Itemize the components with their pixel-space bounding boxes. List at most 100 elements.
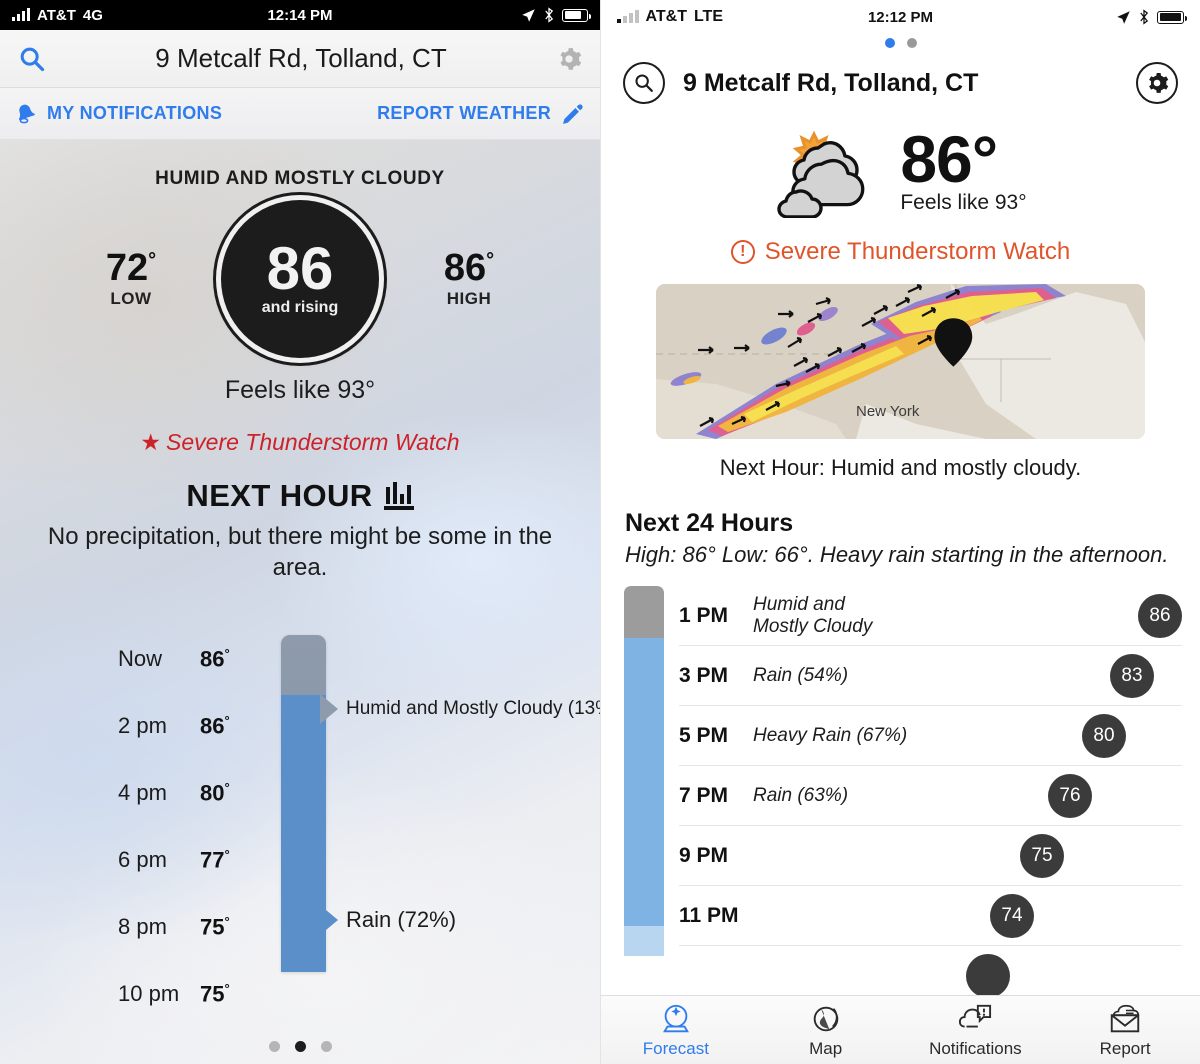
callout-arrow-icon xyxy=(320,905,338,935)
callout-arrow-icon xyxy=(320,694,338,724)
page-dot-active[interactable] xyxy=(294,1041,306,1052)
radar-map-canvas: New York xyxy=(656,284,1145,439)
condition-label: Rain (54%) xyxy=(753,664,849,686)
condition-label: Humid and Mostly Cloudy xyxy=(753,593,873,637)
my-notifications-button[interactable]: MY NOTIFICATIONS xyxy=(14,102,222,126)
hourly-row[interactable]: 6 pm 77° xyxy=(118,826,268,893)
table-row[interactable]: 7 PM Rain (63%) 76 xyxy=(679,766,1182,826)
hour-temp: 80 xyxy=(200,780,225,806)
hour-label: 9 PM xyxy=(679,843,729,867)
callout-label: Rain (72%) xyxy=(346,907,457,932)
location-title[interactable]: 9 Metcalf Rd, Tolland, CT xyxy=(683,69,1118,98)
hour-label: 4 pm xyxy=(118,779,167,805)
hour-label: 5 PM xyxy=(679,723,729,747)
tab-notifications[interactable]: Notifications xyxy=(901,996,1051,1064)
bottom-tab-bar: Forecast Map Notifications Report xyxy=(601,995,1200,1064)
alert-text: Severe Thunderstorm Watch xyxy=(166,429,460,455)
temperature-summary-row: 72° LOW 86 and rising 86° HIGH xyxy=(0,200,600,358)
page-dot[interactable] xyxy=(906,38,917,48)
table-row[interactable]: 5 PM Heavy Rain (67%) 80 xyxy=(679,706,1182,766)
hourly-row[interactable]: 8 pm 75° xyxy=(118,893,268,960)
status-badge: 86 xyxy=(1138,593,1182,638)
clock-label: 12:14 PM xyxy=(267,6,333,24)
hour-temp: 77 xyxy=(200,847,225,873)
next-24-hours-section: Next 24 Hours High: 86° Low: 66°. Heavy … xyxy=(625,509,1200,568)
radar-map[interactable]: New York xyxy=(656,284,1145,439)
precip-segment-light-rain xyxy=(624,926,664,956)
left-page-dots[interactable] xyxy=(0,1041,600,1052)
globe-icon xyxy=(813,1006,838,1031)
hour-label: 7 PM xyxy=(679,783,729,807)
forecast-rows: 1 PM Humid and Mostly Cloudy 86 3 PM Rai… xyxy=(679,586,1182,1006)
page-dot[interactable] xyxy=(268,1041,280,1052)
table-row[interactable]: 9 PM 75 xyxy=(679,826,1182,886)
hourly-row[interactable]: Now 86° xyxy=(118,625,268,692)
next-hour-heading: NEXT HOUR xyxy=(186,478,373,513)
precip-callout-rain: Rain (72%) xyxy=(320,905,456,935)
search-icon[interactable] xyxy=(18,45,46,73)
table-row[interactable]: 1 PM Humid and Mostly Cloudy 86 xyxy=(679,586,1182,646)
dual-screenshot: AT&T 4G 12:14 PM 9 Metcalf Rd, Tolland, … xyxy=(0,0,1200,1064)
next-24-summary: High: 86° Low: 66°. Heavy rain starting … xyxy=(625,542,1169,567)
low-value: 72 xyxy=(105,247,149,289)
hour-label: 11 PM xyxy=(679,903,739,927)
exclamation-circle-icon: ! xyxy=(730,240,755,264)
tab-label: Map xyxy=(809,1038,843,1058)
tab-forecast[interactable]: Forecast xyxy=(601,996,751,1064)
precipitation-bar xyxy=(624,586,664,956)
right-status-right xyxy=(1116,9,1187,25)
condition-label: Rain (63%) xyxy=(753,784,849,806)
severe-weather-alert[interactable]: ! Severe Thunderstorm Watch xyxy=(601,238,1200,266)
bluetooth-icon xyxy=(545,7,554,23)
hour-temp: 75 xyxy=(200,914,225,940)
next-hour-body: No precipitation, but there might be som… xyxy=(47,523,553,581)
hourly-row[interactable]: 2 pm 86° xyxy=(118,692,268,759)
bar-chart-icon[interactable] xyxy=(383,482,414,510)
left-phone-screen: AT&T 4G 12:14 PM 9 Metcalf Rd, Tolland, … xyxy=(0,0,600,1064)
right-nav-bar: 9 Metcalf Rd, Tolland, CT xyxy=(601,48,1200,104)
hour-label: Now xyxy=(118,645,163,671)
callout-label: Humid and Mostly Cloudy (13%) xyxy=(346,698,600,719)
alert-text: Severe Thunderstorm Watch xyxy=(764,238,1071,265)
left-status-bar: AT&T 4G 12:14 PM xyxy=(0,0,600,30)
tab-map[interactable]: Map xyxy=(751,996,901,1064)
location-title[interactable]: 9 Metcalf Rd, Tolland, CT xyxy=(46,43,556,74)
clock-label: 12:12 PM xyxy=(867,8,934,26)
report-weather-button[interactable]: REPORT WEATHER xyxy=(377,101,586,127)
search-icon[interactable] xyxy=(623,62,665,104)
page-dot-active[interactable] xyxy=(884,38,895,48)
crystal-ball-icon xyxy=(662,1004,689,1032)
table-row[interactable]: 11 PM 74 xyxy=(679,886,1182,946)
dial-temperature: 86 xyxy=(266,235,334,303)
right-page-dots[interactable] xyxy=(601,38,1200,48)
table-row[interactable]: 3 PM Rain (54%) 83 xyxy=(679,646,1182,706)
high-temperature: 86° HIGH xyxy=(425,249,513,309)
tab-label: Forecast xyxy=(642,1038,709,1058)
hourly-row[interactable]: 10 pm 75° xyxy=(118,960,268,1027)
status-badge: 83 xyxy=(1110,653,1154,698)
page-dot[interactable] xyxy=(320,1041,332,1052)
hourly-row[interactable]: 4 pm 80° xyxy=(118,759,268,826)
envelope-icon xyxy=(1110,1004,1140,1032)
gear-icon[interactable] xyxy=(556,46,582,72)
left-hourly-forecast: Now 86° 2 pm 86° 4 pm 80° 6 pm 77° 8 pm … xyxy=(0,625,600,1006)
hour-label: 6 pm xyxy=(118,846,167,872)
tab-report[interactable]: Report xyxy=(1050,996,1200,1064)
current-condition-title: HUMID AND MOSTLY CLOUDY xyxy=(155,168,445,189)
gear-icon[interactable] xyxy=(1136,62,1178,104)
location-arrow-icon xyxy=(522,8,535,22)
status-badge xyxy=(966,954,1010,998)
hour-temp: 86 xyxy=(200,646,225,672)
status-badge: 75 xyxy=(1020,833,1064,878)
battery-icon xyxy=(1157,10,1187,24)
bell-icon xyxy=(18,104,35,123)
right-current-conditions: 86° Feels like 93° xyxy=(601,126,1200,218)
tab-label: Report xyxy=(1099,1038,1151,1058)
severe-weather-alert[interactable]: ★ Severe Thunderstorm Watch xyxy=(0,429,600,456)
precip-segment-rain xyxy=(624,638,664,926)
high-label: HIGH xyxy=(446,289,492,308)
status-badge: 76 xyxy=(1048,773,1092,818)
star-icon: ★ xyxy=(140,429,162,455)
cloud-alert-icon xyxy=(959,1004,992,1027)
location-arrow-icon xyxy=(1117,10,1130,24)
